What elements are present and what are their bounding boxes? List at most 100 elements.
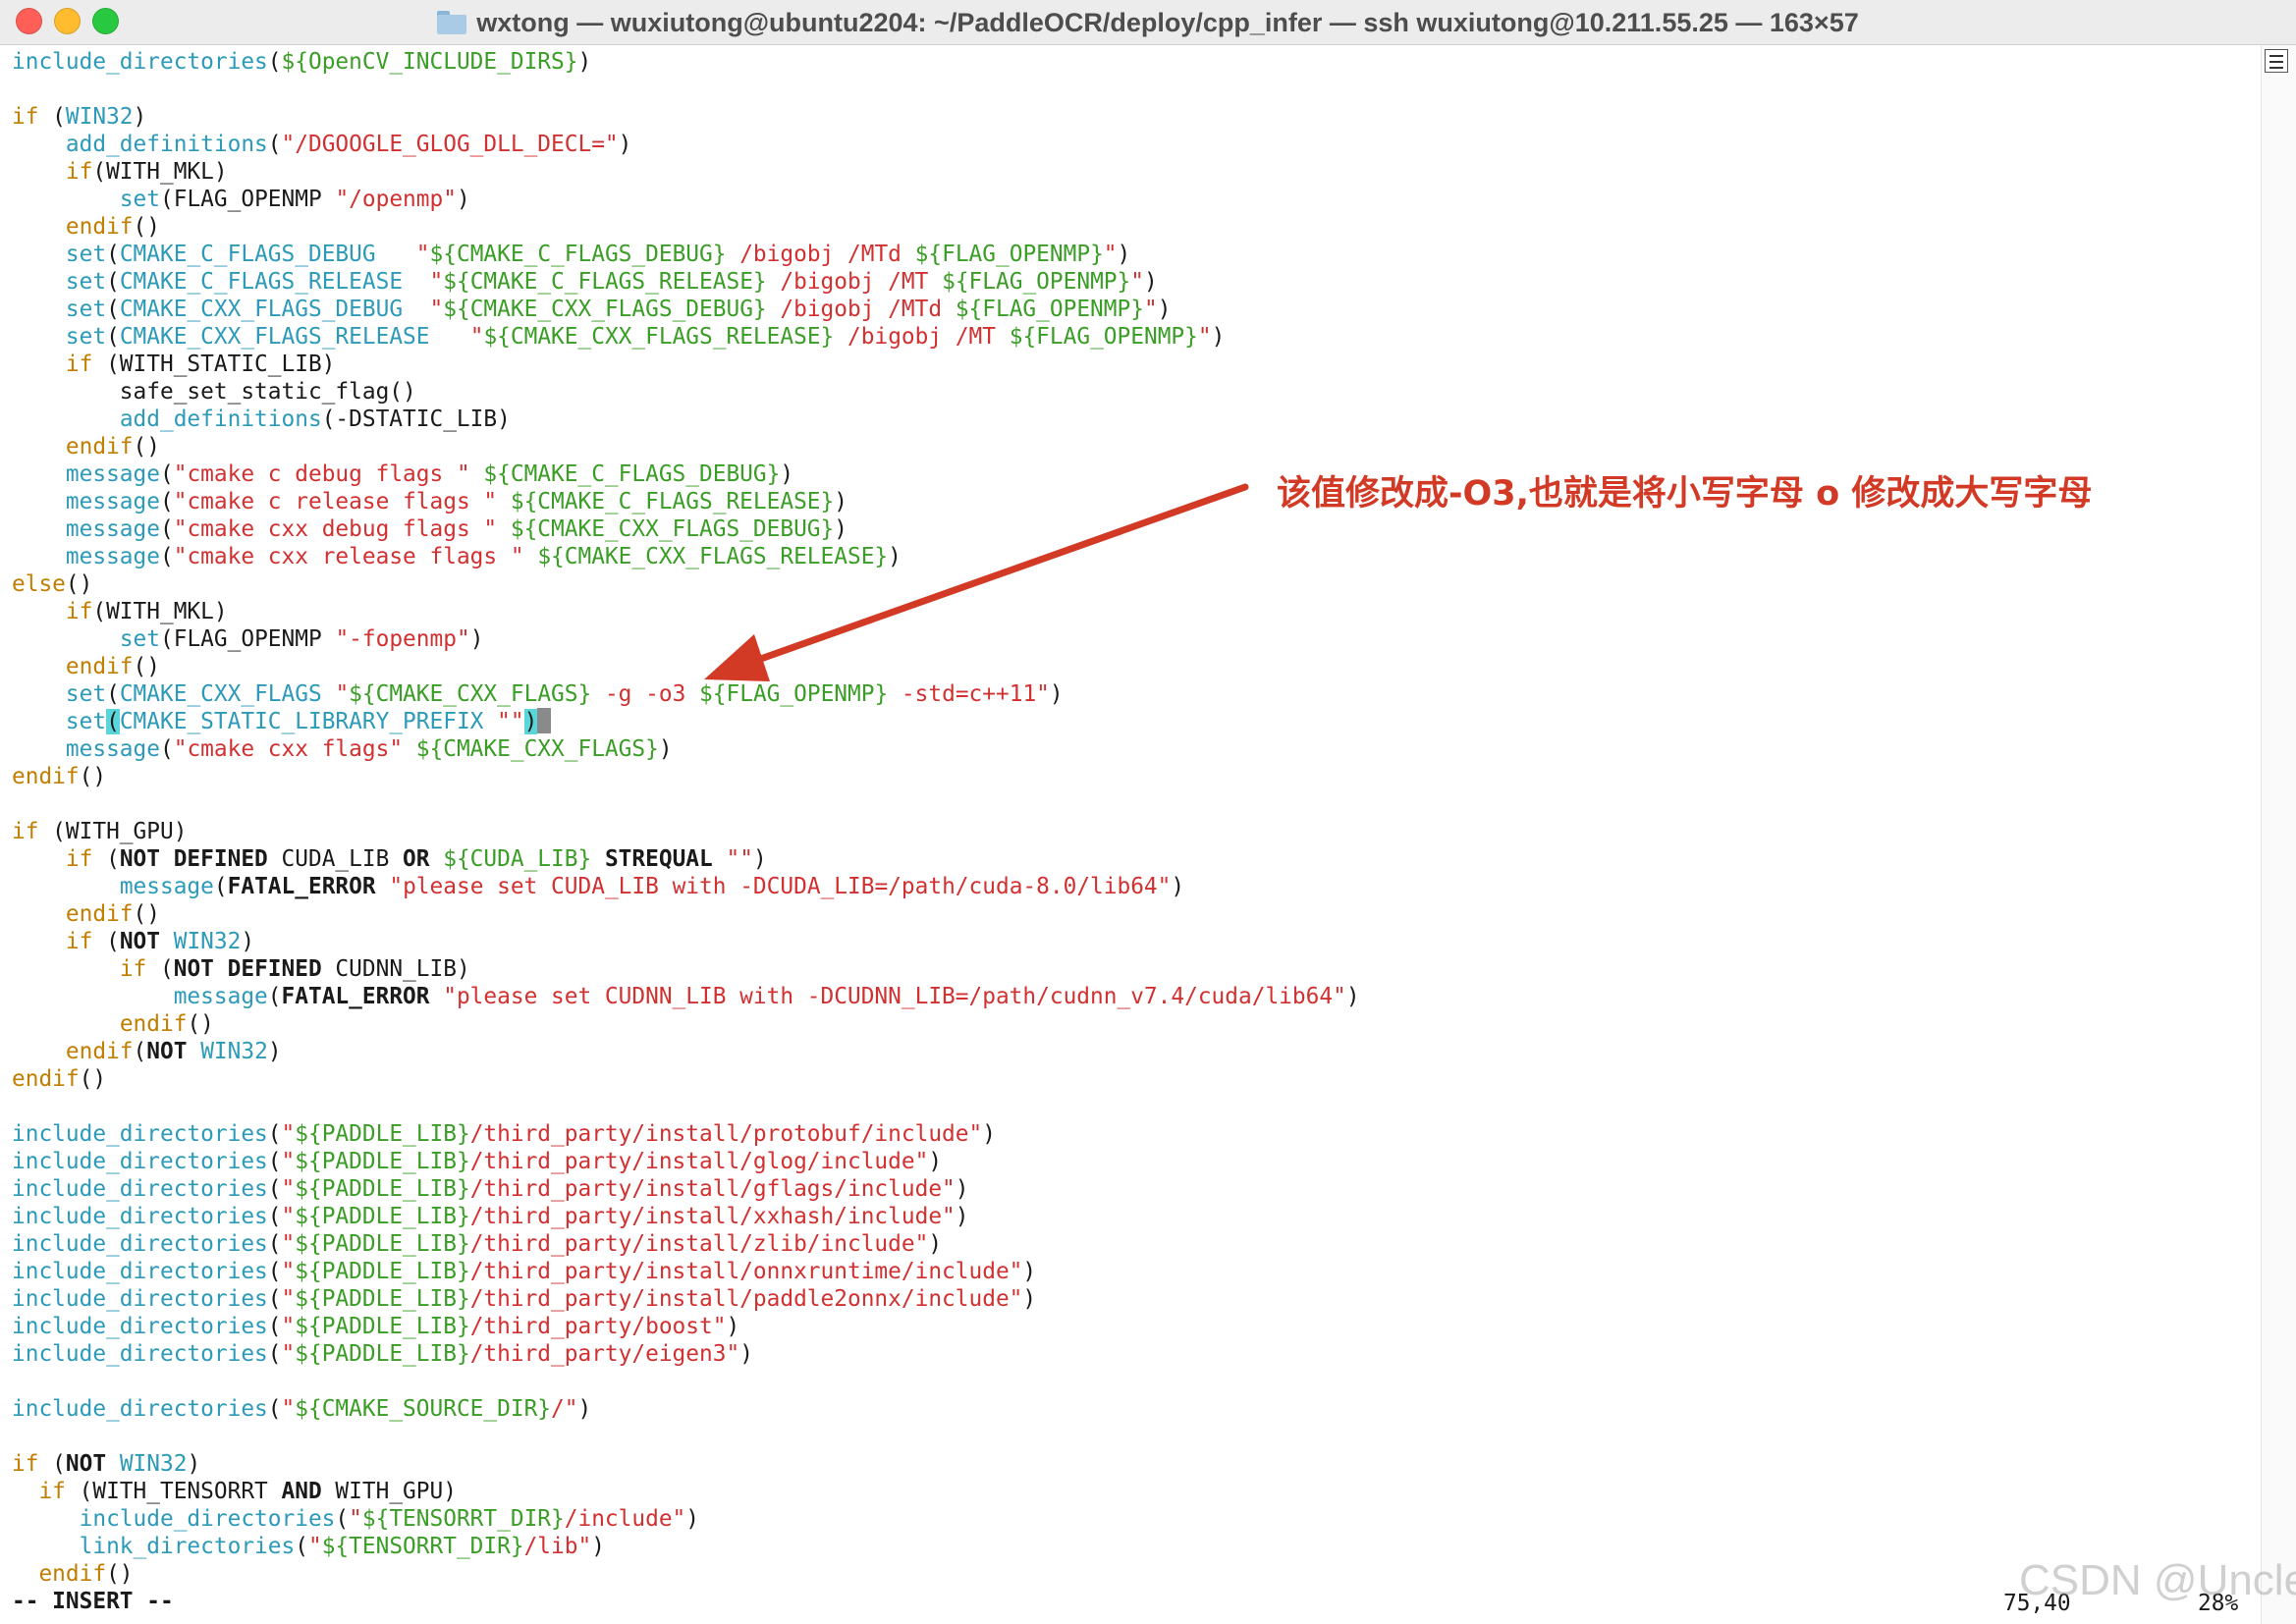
code-line[interactable]: set(FLAG_OPENMP "/openmp") [12, 186, 1360, 213]
code-line[interactable]: set(CMAKE_CXX_FLAGS_DEBUG "${CMAKE_CXX_F… [12, 296, 1360, 323]
code-line[interactable]: include_directories("${PADDLE_LIB}/third… [12, 1148, 1360, 1175]
code-token: if [12, 1451, 39, 1477]
code-line[interactable]: if (WITH_GPU) [12, 818, 1360, 845]
code-line[interactable]: endif() [12, 433, 1360, 460]
code-token: /bigobj /MT [766, 269, 943, 295]
code-line[interactable]: if (WIN32) [12, 103, 1360, 131]
scrollbar[interactable] [2261, 45, 2296, 1624]
code-token: ) [1143, 269, 1158, 295]
code-line[interactable]: if (WITH_STATIC_LIB) [12, 351, 1360, 378]
code-line[interactable]: message(FATAL_ERROR "please set CUDA_LIB… [12, 873, 1360, 900]
code-line[interactable]: set(CMAKE_STATIC_LIBRARY_PREFIX "") [12, 708, 1360, 735]
code-line[interactable]: include_directories(${OpenCV_INCLUDE_DIR… [12, 48, 1360, 76]
code-token: ( [267, 1314, 282, 1339]
code-token: ${PADDLE_LIB} [295, 1121, 470, 1147]
code-line[interactable]: message("cmake cxx debug flags " ${CMAKE… [12, 515, 1360, 543]
code-line[interactable]: set(CMAKE_C_FLAGS_DEBUG "${CMAKE_C_FLAGS… [12, 241, 1360, 268]
code-line[interactable] [12, 76, 1360, 103]
code-token: CUDNN_LIB) [321, 956, 470, 982]
code-token: (WITH_TENSORRT [65, 1479, 282, 1504]
code-line[interactable]: include_directories("${PADDLE_LIB}/third… [12, 1258, 1360, 1285]
code-token: () [187, 1011, 214, 1037]
code-token: ) [469, 626, 484, 652]
code-line[interactable]: set(CMAKE_CXX_FLAGS "${CMAKE_CXX_FLAGS} … [12, 680, 1360, 708]
code-token: ( [267, 1231, 282, 1257]
code-token: ${PADDLE_LIB} [295, 1259, 470, 1284]
code-line[interactable]: endif() [12, 213, 1360, 241]
code-line[interactable]: include_directories("${PADDLE_LIB}/third… [12, 1175, 1360, 1203]
code-line[interactable]: endif() [12, 653, 1360, 680]
code-line[interactable]: include_directories("${PADDLE_LIB}/third… [12, 1313, 1360, 1340]
watermark: CSDN @Uncle [2019, 1556, 2296, 1604]
code-line[interactable]: endif() [12, 900, 1360, 928]
code-line[interactable]: if (NOT WIN32) [12, 928, 1360, 955]
code-line[interactable]: include_directories("${PADDLE_LIB}/third… [12, 1120, 1360, 1148]
code-token: ( [106, 324, 120, 350]
code-line[interactable]: add_definitions(-DSTATIC_LIB) [12, 406, 1360, 433]
code-token: ) [241, 929, 255, 954]
code-line[interactable]: message("cmake cxx release flags " ${CMA… [12, 543, 1360, 570]
code-token: endif [12, 764, 80, 789]
code-token: set [119, 626, 160, 652]
code-line[interactable] [12, 1093, 1360, 1120]
code-line[interactable]: endif() [12, 1065, 1360, 1093]
code-line[interactable] [12, 790, 1360, 818]
code-line[interactable]: endif() [12, 763, 1360, 790]
code-line[interactable]: if(WITH_MKL) [12, 598, 1360, 625]
code-line[interactable] [12, 1368, 1360, 1395]
code-token: /third_party/install/gflags/include" [469, 1176, 956, 1202]
code-line[interactable]: endif() [12, 1010, 1360, 1038]
code-token: /third_party/install/glog/include" [469, 1149, 929, 1174]
code-line[interactable]: set(FLAG_OPENMP "-fopenmp") [12, 625, 1360, 653]
code-line[interactable]: message("cmake cxx flags" ${CMAKE_CXX_FL… [12, 735, 1360, 763]
vim-editor[interactable]: include_directories(${OpenCV_INCLUDE_DIR… [0, 45, 2259, 1624]
code-token: ${TENSORRT_DIR} [321, 1534, 524, 1559]
code-line[interactable]: else() [12, 570, 1360, 598]
code-token: "cmake cxx debug flags " [173, 516, 498, 542]
code-token: if [12, 104, 39, 130]
code-line[interactable]: message("cmake c debug flags " ${CMAKE_C… [12, 460, 1360, 488]
code-token: ( [106, 709, 120, 734]
code-line[interactable]: set(CMAKE_CXX_FLAGS_RELEASE "${CMAKE_CXX… [12, 323, 1360, 351]
code-token: if [65, 929, 93, 954]
code-token: set [65, 297, 107, 322]
code-buffer[interactable]: include_directories(${OpenCV_INCLUDE_DIR… [12, 48, 1360, 1588]
code-line[interactable]: include_directories("${CMAKE_SOURCE_DIR}… [12, 1395, 1360, 1423]
code-line[interactable]: set(CMAKE_C_FLAGS_RELEASE "${CMAKE_C_FLA… [12, 268, 1360, 296]
code-line[interactable]: if (NOT WIN32) [12, 1450, 1360, 1478]
code-line[interactable]: if (NOT DEFINED CUDA_LIB OR ${CUDA_LIB} … [12, 845, 1360, 873]
code-line[interactable]: if(WITH_MKL) [12, 158, 1360, 186]
code-line[interactable]: include_directories("${PADDLE_LIB}/third… [12, 1285, 1360, 1313]
code-token: ( [106, 242, 120, 267]
code-line[interactable]: include_directories("${PADDLE_LIB}/third… [12, 1203, 1360, 1230]
code-line[interactable]: message(FATAL_ERROR "please set CUDNN_LI… [12, 983, 1360, 1010]
code-line[interactable] [12, 1423, 1360, 1450]
code-token: set [65, 324, 107, 350]
code-token: OR [403, 846, 430, 872]
code-token: message [119, 874, 214, 899]
code-line[interactable]: endif(NOT WIN32) [12, 1038, 1360, 1065]
code-line[interactable]: link_directories("${TENSORRT_DIR}/lib") [12, 1533, 1360, 1560]
code-token: ) [834, 516, 847, 542]
code-line[interactable]: safe_set_static_flag() [12, 378, 1360, 406]
code-token: " [429, 297, 444, 322]
code-line[interactable]: include_directories("${PADDLE_LIB}/third… [12, 1340, 1360, 1368]
code-line[interactable]: add_definitions("/DGOOGLE_GLOG_DLL_DECL=… [12, 131, 1360, 158]
code-line[interactable]: endif() [12, 1560, 1360, 1588]
code-line[interactable]: include_directories("${TENSORRT_DIR}/inc… [12, 1505, 1360, 1533]
code-token: STREQUAL [604, 846, 713, 872]
code-line[interactable]: if (WITH_TENSORRT AND WITH_GPU) [12, 1478, 1360, 1505]
scrollbar-menu-icon[interactable] [2265, 49, 2288, 73]
code-line[interactable]: message("cmake c release flags " ${CMAKE… [12, 488, 1360, 515]
code-line[interactable]: include_directories("${PADDLE_LIB}/third… [12, 1230, 1360, 1258]
code-line[interactable]: if (NOT DEFINED CUDNN_LIB) [12, 955, 1360, 983]
code-token: ) [267, 1039, 282, 1064]
